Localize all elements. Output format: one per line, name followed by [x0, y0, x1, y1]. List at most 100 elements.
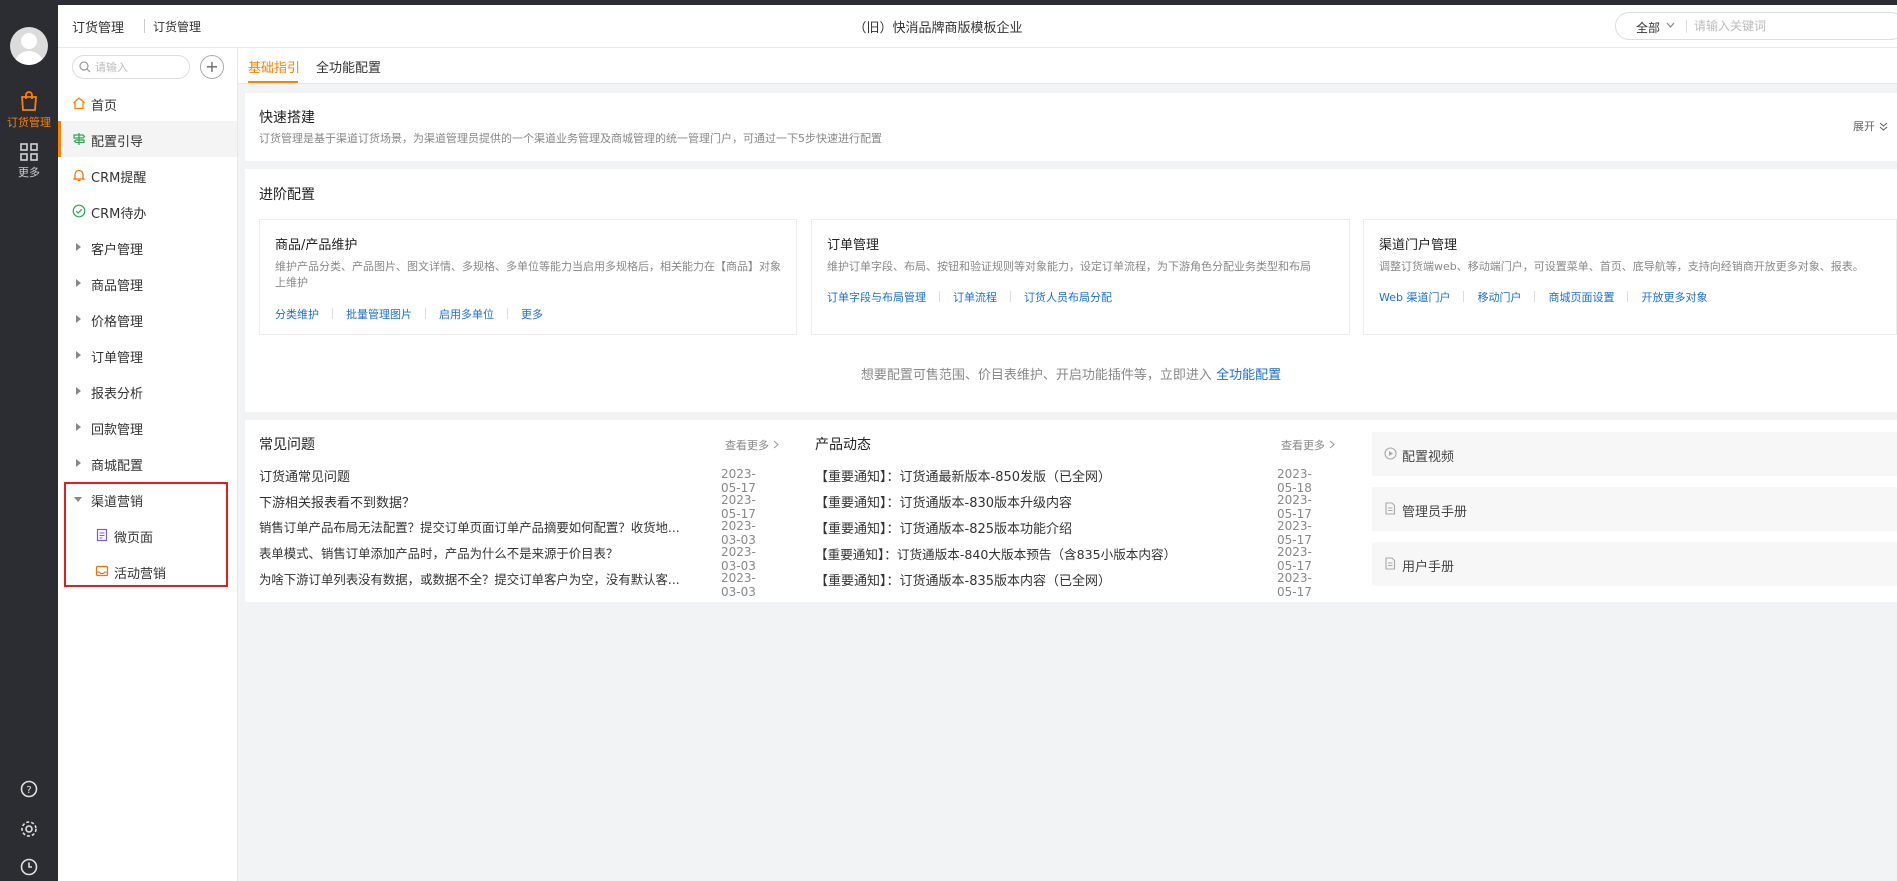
link-order-fields-layout[interactable]: 订单字段与布局管理	[827, 291, 926, 304]
sidebar-item-mall-config[interactable]: 商城配置	[58, 445, 237, 481]
rail-item-label: 更多	[18, 166, 40, 179]
more-label: 查看更多	[725, 439, 769, 452]
faq-item[interactable]: 表单模式、销售订单添加产品时，产品为什么不是来源于价目表？	[259, 544, 618, 562]
news-date: 2023-05-18	[1277, 467, 1312, 495]
search-divider	[1686, 20, 1687, 33]
sidebar-item-label: 回款管理	[91, 423, 144, 438]
chevron-right-icon	[773, 440, 779, 449]
sidebar-item-order[interactable]: 订单管理	[58, 337, 237, 373]
active-tab-indicator	[248, 81, 298, 83]
full-config-link[interactable]: 全功能配置	[1216, 368, 1281, 383]
card-desc: 调整订货端web、移动端门户，可设置菜单、首页、底导航等，支持向经销商开放更多对…	[1379, 259, 1864, 275]
search-icon	[79, 61, 91, 73]
card-links: 分类维护 批量管理图片 启用多单位 更多	[275, 306, 543, 322]
caret-right-icon	[76, 279, 81, 287]
more-label: 查看更多	[1281, 439, 1325, 452]
sidebar-item-product[interactable]: 商品管理	[58, 265, 237, 301]
app-rail: 订货管理 更多 ?	[0, 5, 58, 881]
faq-more-link[interactable]: 查看更多	[725, 437, 779, 453]
faq-date: 2023-05-17	[721, 467, 756, 495]
faq-item[interactable]: 下游相关报表看不到数据？	[259, 492, 415, 511]
news-more-link[interactable]: 查看更多	[1281, 437, 1335, 453]
breadcrumb-app[interactable]: 订货管理	[72, 17, 124, 36]
company-name: （旧）快消品牌商版模板企业	[853, 21, 1023, 36]
link-mobile-portal[interactable]: 移动门户	[1477, 291, 1521, 304]
global-search-input[interactable]	[1694, 16, 1894, 36]
link-layout-assignment[interactable]: 订货人员布局分配	[1024, 291, 1112, 304]
link-mall-page-settings[interactable]: 商城页面设置	[1548, 291, 1614, 304]
faq-date: 2023-03-03	[721, 519, 756, 547]
news-item[interactable]: 【重要通知】：订货通版本-840大版本预告（含835小版本内容）	[815, 544, 1176, 563]
sidebar-item-price[interactable]: 价格管理	[58, 301, 237, 337]
breadcrumb-divider	[144, 19, 145, 33]
sidebar-search-input[interactable]	[95, 59, 185, 75]
document-icon	[1385, 502, 1396, 515]
news-item[interactable]: 【重要通知】：订货通版本-835版本内容（已全网）	[815, 570, 1111, 589]
sidebar-item-label: 首页	[91, 99, 118, 114]
rail-item-order-management[interactable]: 订货管理	[0, 90, 58, 130]
sidebar-item-crm-reminder[interactable]: CRM提醒	[58, 157, 237, 193]
signpost-icon	[73, 133, 86, 145]
faq-date: 2023-05-17	[721, 493, 756, 521]
faq-item[interactable]: 订货通常见问题	[259, 466, 350, 485]
expand-button[interactable]: 展开	[1853, 118, 1888, 134]
card-desc-line: 上维护	[275, 276, 308, 289]
global-search: 全部	[1615, 12, 1897, 40]
faq-item[interactable]: 销售订单产品布局无法配置？提交订单页面订单产品摘要如何配置？收货地...	[259, 518, 680, 536]
clock-icon[interactable]	[0, 858, 58, 880]
expand-label: 展开	[1853, 120, 1875, 133]
breadcrumb-page[interactable]: 订货管理	[153, 18, 201, 35]
link-multi-unit[interactable]: 启用多单位	[439, 308, 494, 321]
link-category-maintenance[interactable]: 分类维护	[275, 308, 319, 321]
resource-config-video[interactable]: 配置视频	[1372, 432, 1897, 476]
grid-icon	[20, 143, 38, 161]
chevron-down-icon[interactable]	[1666, 22, 1675, 28]
hint-text: 想要配置可售范围、价目表维护、开启功能插件等，立即进入	[860, 368, 1212, 383]
resource-admin-manual[interactable]: 管理员手册	[1372, 487, 1897, 531]
sidebar-item-crm-todo[interactable]: CRM待办	[58, 193, 237, 229]
faq-item[interactable]: 为啥下游订单列表没有数据，或数据不全？提交订单客户为空，没有默认客...	[259, 570, 680, 588]
sidebar-item-payment[interactable]: 回款管理	[58, 409, 237, 445]
news-date: 2023-05-17	[1277, 493, 1312, 521]
help-icon[interactable]: ?	[0, 780, 58, 802]
link-open-objects[interactable]: 开放更多对象	[1641, 291, 1707, 304]
card-product-maintenance: 商品/产品维护 维护产品分类、产品图片、图文详情、多规格、多单位等能力当启用多规…	[259, 219, 797, 335]
card-links: Web 渠道门户 移动门户 商城页面设置 开放更多对象	[1379, 289, 1707, 305]
sidebar: + 首页 配置引导 CRM提醒 CRM待办 客户管理 商品管理 价格管理 订单管…	[58, 48, 238, 881]
add-button[interactable]: +	[200, 55, 224, 79]
search-scope-select[interactable]: 全部	[1636, 19, 1660, 36]
news-item[interactable]: 【重要通知】：订货通版本-825版本功能介绍	[815, 518, 1072, 537]
sidebar-item-report[interactable]: 报表分析	[58, 373, 237, 409]
link-order-flow[interactable]: 订单流程	[953, 291, 997, 304]
news-title: 产品动态	[815, 437, 871, 453]
link-web-portal[interactable]: Web 渠道门户	[1379, 291, 1450, 304]
news-date: 2023-05-17	[1277, 545, 1312, 573]
tab-basic-guide[interactable]: 基础指引	[248, 57, 300, 76]
faq-date: 2023-03-03	[721, 545, 756, 573]
shopping-bag-icon	[21, 91, 37, 111]
sidebar-item-customer[interactable]: 客户管理	[58, 229, 237, 265]
advanced-config-panel: 进阶配置 商品/产品维护 维护产品分类、产品图片、图文详情、多规格、多单位等能力…	[245, 169, 1897, 412]
play-icon	[1384, 447, 1397, 460]
svg-text:?: ?	[26, 785, 31, 796]
sidebar-item-label: CRM提醒	[91, 171, 147, 186]
tab-full-config[interactable]: 全功能配置	[316, 57, 381, 76]
card-links: 订单字段与布局管理 订单流程 订货人员布局分配	[827, 289, 1112, 305]
sidebar-item-config-guide[interactable]: 配置引导	[58, 121, 237, 157]
sidebar-item-label: 价格管理	[91, 315, 144, 330]
news-item[interactable]: 【重要通知】：订货通最新版本-850发版（已全网）	[815, 466, 1111, 485]
link-more[interactable]: 更多	[521, 308, 543, 321]
avatar[interactable]	[10, 27, 48, 65]
sidebar-item-label: 商品管理	[91, 279, 144, 294]
news-item[interactable]: 【重要通知】：订货通版本-830版本升级内容	[815, 492, 1072, 511]
rail-item-more[interactable]: 更多	[0, 142, 58, 180]
sidebar-item-home[interactable]: 首页	[58, 85, 237, 121]
caret-right-icon	[76, 387, 81, 395]
link-batch-images[interactable]: 批量管理图片	[346, 308, 412, 321]
resource-user-manual[interactable]: 用户手册	[1372, 542, 1897, 586]
sidebar-item-label: 订单管理	[91, 351, 144, 366]
sidebar-item-label: 客户管理	[91, 243, 144, 258]
settings-icon[interactable]	[0, 820, 58, 842]
quick-build-panel: 快速搭建 订货管理是基于渠道订货场景，为渠道管理员提供的一个渠道业务管理及商城管…	[245, 93, 1897, 161]
caret-right-icon	[76, 459, 81, 467]
